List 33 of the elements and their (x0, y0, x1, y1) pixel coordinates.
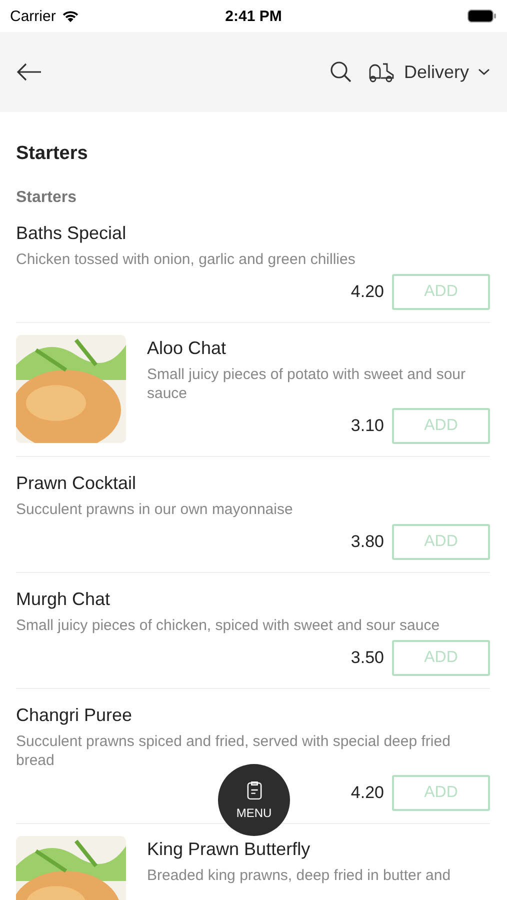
item-description: Small juicy pieces of potato with sweet and sour sauce (147, 365, 466, 403)
item-price: 3.50 (350, 648, 384, 668)
item-name: Changri Puree (16, 704, 134, 727)
status-time: 2:41 PM (225, 8, 282, 24)
item-name: King Prawn Butterfly (147, 838, 312, 861)
item-name: Prawn Cocktail (16, 472, 138, 495)
add-button[interactable]: ADD (392, 524, 490, 560)
item-description: Succulent prawns in our own mayonnaise (16, 500, 294, 519)
add-button[interactable]: ADD (392, 640, 490, 676)
item-description: Small juicy pieces of chicken, spiced with sweet and sour sauce (16, 616, 441, 635)
carrier-label: Carrier (10, 8, 56, 24)
item-name: Murgh Chat (16, 588, 112, 611)
item-description: Breaded king prawns, deep fried in butter and (147, 866, 452, 885)
chevron-down-icon (478, 68, 490, 76)
section-title: Starters (16, 143, 89, 165)
search-icon[interactable] (330, 61, 352, 83)
battery-icon (467, 9, 497, 23)
add-button[interactable]: ADD (392, 408, 490, 444)
item-price: 4.20 (350, 282, 384, 302)
wifi-icon (60, 9, 80, 23)
item-price: 3.80 (350, 532, 384, 552)
section-subtitle: Starters (16, 189, 78, 207)
add-button[interactable]: ADD (392, 775, 490, 811)
menu-button[interactable]: MENU (218, 764, 290, 836)
item-price: 4.20 (350, 783, 384, 803)
delivery-dropdown[interactable]: Delivery (366, 61, 490, 83)
item-description: Chicken tossed with onion, garlic and green chillies (16, 250, 356, 269)
menu-card-icon (246, 780, 262, 800)
add-button[interactable]: ADD (392, 274, 490, 310)
item-name: Aloo Chat (147, 337, 228, 360)
item-name: Baths Special (16, 222, 128, 245)
item-price: 3.10 (350, 416, 384, 436)
back-icon[interactable] (16, 62, 42, 82)
